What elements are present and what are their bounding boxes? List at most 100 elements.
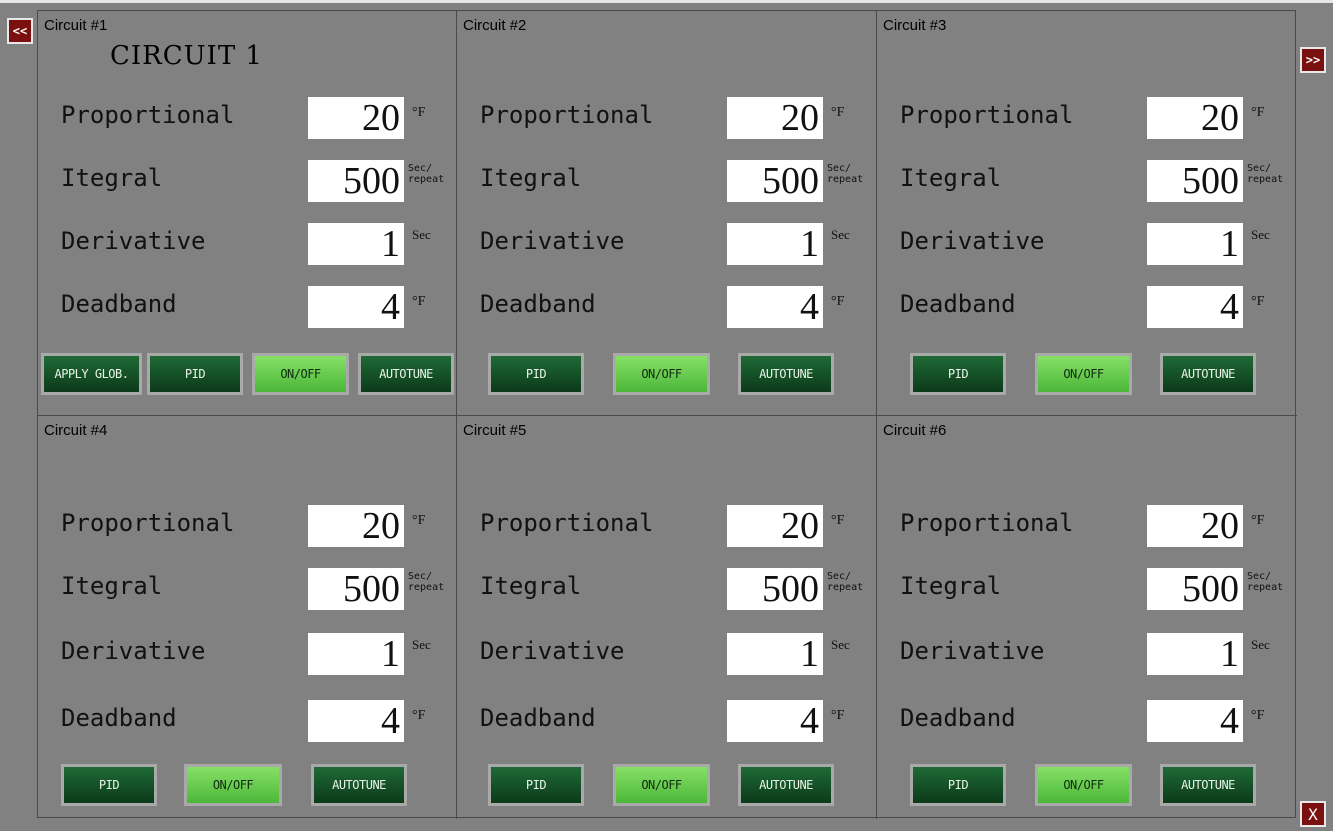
param-label: Proportional (61, 509, 235, 537)
param-label: Proportional (480, 101, 654, 129)
param-label: Proportional (900, 101, 1074, 129)
param-row-deadband: Deadband 4 °F (38, 700, 456, 742)
param-row-derivative: Derivative 1 Sec (457, 223, 876, 265)
param-label: Derivative (480, 227, 625, 255)
proportional-value-field[interactable]: 20 (308, 97, 404, 139)
param-label: Itegral (61, 572, 163, 600)
param-row-proportional: Proportional 20 °F (457, 97, 876, 139)
pid-button[interactable]: PID (488, 764, 584, 806)
integral-value-field[interactable]: 500 (308, 568, 404, 610)
param-unit: Sec/repeat (827, 571, 863, 593)
autotune-button[interactable]: AUTOTUNE (738, 764, 834, 806)
param-unit: Sec (1251, 227, 1270, 242)
onoff-button[interactable]: ON/OFF (1035, 353, 1132, 395)
deadband-value-field[interactable]: 4 (308, 700, 404, 742)
param-unit: °F (831, 105, 845, 120)
circuit-panel-4: Circuit #4 Proportional 20 °F Itegral 50… (38, 415, 456, 819)
deadband-value-field[interactable]: 4 (727, 286, 823, 328)
autotune-button[interactable]: AUTOTUNE (738, 353, 834, 395)
param-row-derivative: Derivative 1 Sec (877, 223, 1297, 265)
unit-top: Sec/ (1247, 571, 1272, 582)
autotune-button[interactable]: AUTOTUNE (1160, 764, 1256, 806)
param-unit: Sec (831, 637, 850, 652)
pid-button[interactable]: PID (910, 353, 1006, 395)
derivative-value-field[interactable]: 1 (1147, 223, 1243, 265)
top-bar (0, 0, 1333, 3)
param-label: Itegral (61, 164, 163, 192)
proportional-value-field[interactable]: 20 (1147, 97, 1243, 139)
proportional-value-field[interactable]: 20 (308, 505, 404, 547)
derivative-value-field[interactable]: 1 (727, 633, 823, 675)
onoff-button[interactable]: ON/OFF (613, 764, 710, 806)
unit-bottom: repeat (408, 174, 445, 185)
param-unit: °F (831, 294, 845, 309)
param-unit: °F (412, 105, 426, 120)
param-label: Deadband (480, 290, 596, 318)
param-row-proportional: Proportional 20 °F (457, 505, 876, 547)
integral-value-field[interactable]: 500 (1147, 568, 1243, 610)
param-row-integral: Itegral 500 Sec/repeat (877, 160, 1297, 202)
deadband-value-field[interactable]: 4 (727, 700, 823, 742)
integral-value-field[interactable]: 500 (727, 568, 823, 610)
param-row-integral: Itegral 500 Sec/repeat (457, 160, 876, 202)
panel-title: Circuit #3 (883, 17, 947, 34)
param-unit: Sec (412, 637, 431, 652)
deadband-value-field[interactable]: 4 (308, 286, 404, 328)
param-unit: °F (412, 294, 426, 309)
param-unit: °F (412, 513, 426, 528)
param-unit: Sec/repeat (1247, 571, 1283, 593)
derivative-value-field[interactable]: 1 (308, 633, 404, 675)
pid-button[interactable]: PID (61, 764, 157, 806)
pid-button[interactable]: PID (910, 764, 1006, 806)
param-row-proportional: Proportional 20 °F (38, 97, 456, 139)
panel-title: Circuit #6 (883, 422, 947, 439)
param-unit: °F (1251, 513, 1265, 528)
pid-button[interactable]: PID (147, 353, 243, 395)
integral-value-field[interactable]: 500 (1147, 160, 1243, 202)
param-label: Itegral (480, 572, 582, 600)
onoff-button[interactable]: ON/OFF (184, 764, 282, 806)
circuit-panel-5: Circuit #5 Proportional 20 °F Itegral 50… (456, 415, 876, 819)
param-row-proportional: Proportional 20 °F (877, 505, 1297, 547)
param-unit: Sec (1251, 637, 1270, 652)
param-unit: °F (412, 708, 426, 723)
autotune-button[interactable]: AUTOTUNE (1160, 353, 1256, 395)
proportional-value-field[interactable]: 20 (727, 97, 823, 139)
unit-top: Sec/ (1247, 163, 1272, 174)
next-page-button[interactable]: >> (1300, 47, 1326, 73)
close-button[interactable]: X (1300, 801, 1326, 827)
param-unit: °F (831, 513, 845, 528)
derivative-value-field[interactable]: 1 (1147, 633, 1243, 675)
autotune-button[interactable]: AUTOTUNE (358, 353, 454, 395)
pid-button[interactable]: PID (488, 353, 584, 395)
deadband-value-field[interactable]: 4 (1147, 700, 1243, 742)
unit-top: Sec/ (827, 571, 852, 582)
onoff-button[interactable]: ON/OFF (1035, 764, 1132, 806)
param-row-deadband: Deadband 4 °F (877, 700, 1297, 742)
apply-global-button[interactable]: APPLY GLOB. (41, 353, 142, 395)
derivative-value-field[interactable]: 1 (308, 223, 404, 265)
deadband-value-field[interactable]: 4 (1147, 286, 1243, 328)
unit-bottom: repeat (1247, 582, 1284, 593)
autotune-button[interactable]: AUTOTUNE (311, 764, 407, 806)
param-label: Deadband (61, 704, 177, 732)
param-row-integral: Itegral 500 Sec/repeat (457, 568, 876, 610)
proportional-value-field[interactable]: 20 (727, 505, 823, 547)
param-unit: Sec (831, 227, 850, 242)
onoff-button[interactable]: ON/OFF (613, 353, 710, 395)
param-label: Deadband (900, 290, 1016, 318)
integral-value-field[interactable]: 500 (308, 160, 404, 202)
panel-title: Circuit #5 (463, 422, 527, 439)
param-row-integral: Itegral 500 Sec/repeat (38, 568, 456, 610)
param-row-deadband: Deadband 4 °F (457, 700, 876, 742)
param-unit: °F (1251, 294, 1265, 309)
prev-page-button[interactable]: << (7, 18, 33, 44)
proportional-value-field[interactable]: 20 (1147, 505, 1243, 547)
circuit-panel-1: Circuit #1 CIRCUIT 1 Proportional 20 °F … (38, 11, 456, 415)
circuit-name: CIRCUIT 1 (110, 41, 263, 71)
derivative-value-field[interactable]: 1 (727, 223, 823, 265)
integral-value-field[interactable]: 500 (727, 160, 823, 202)
onoff-button[interactable]: ON/OFF (252, 353, 349, 395)
param-row-derivative: Derivative 1 Sec (457, 633, 876, 675)
param-label: Itegral (900, 572, 1002, 600)
